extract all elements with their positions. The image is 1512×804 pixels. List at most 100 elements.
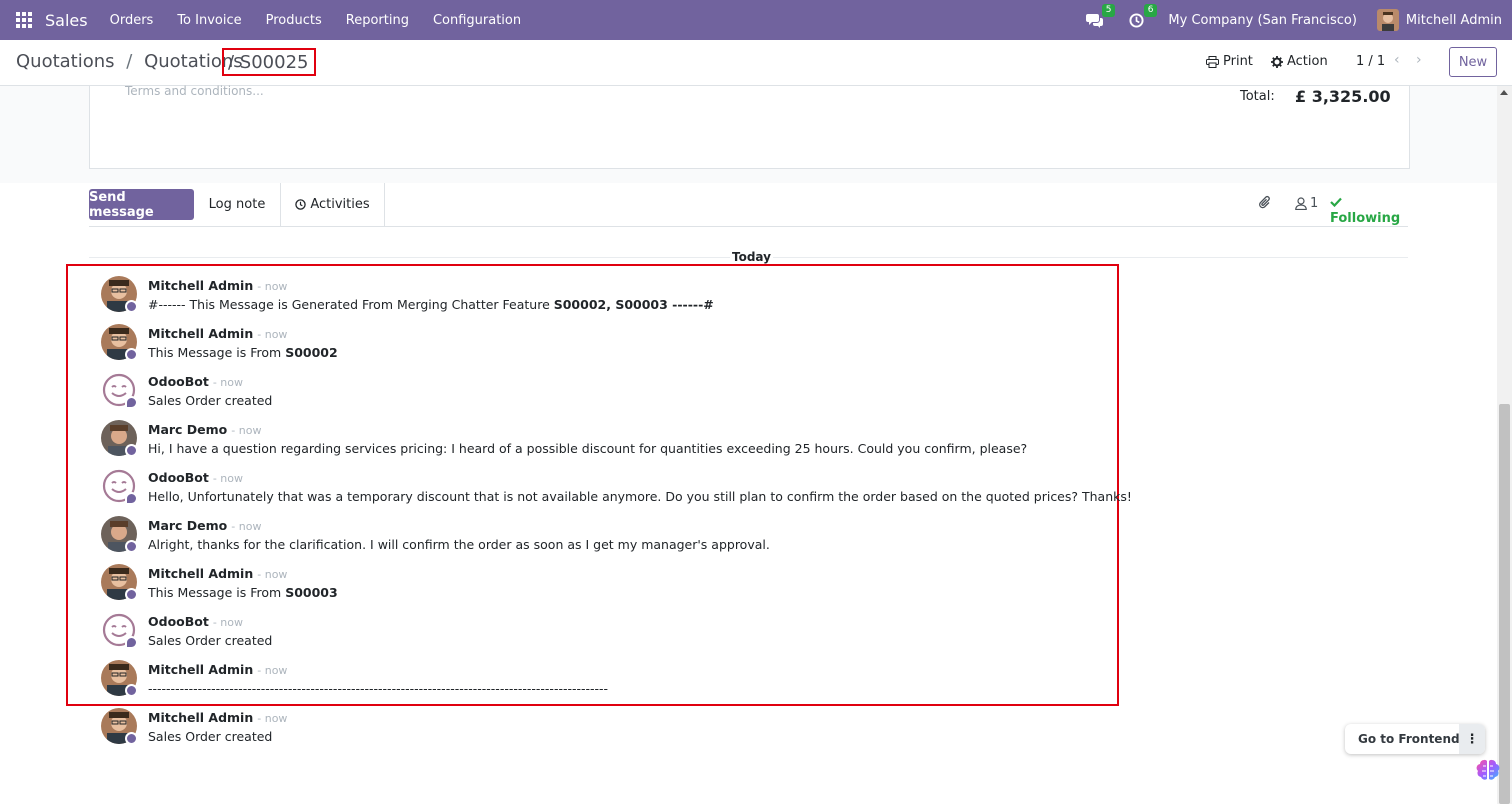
menu-to-invoice[interactable]: To Invoice <box>177 13 241 28</box>
message-date: - now <box>257 328 288 341</box>
menu-configuration[interactable]: Configuration <box>433 13 521 28</box>
message-author[interactable]: Mitchell Admin - now <box>148 278 287 293</box>
message-body: Hi, I have a question regarding services… <box>148 441 1027 456</box>
activities-button[interactable]: Activities <box>280 183 385 226</box>
chat-icon[interactable]: 5 <box>1084 4 1116 30</box>
action-button[interactable]: Action <box>1271 54 1328 69</box>
company-switcher[interactable]: My Company (San Francisco) <box>1168 13 1356 28</box>
breadcrumb: Quotations / Quotations <box>16 51 243 72</box>
followers-button[interactable]: 1 <box>1295 196 1318 211</box>
printer-icon <box>1206 55 1219 68</box>
chevron-right-icon[interactable]: › <box>1416 52 1422 68</box>
chatter-topbar: Send message Log note Activities 1 Follo… <box>89 183 1408 227</box>
author-avatar[interactable] <box>101 420 138 457</box>
control-panel: Quotations / Quotations / S00025 Print A… <box>0 40 1512 86</box>
gear-icon <box>1271 55 1283 68</box>
paperclip-icon[interactable] <box>1258 195 1272 215</box>
clock-icon <box>295 199 307 210</box>
messages-badge: 5 <box>1101 4 1116 17</box>
message-date: - now <box>212 472 244 485</box>
clock-icon[interactable]: 6 <box>1126 4 1158 30</box>
following-button[interactable]: Following <box>1330 196 1408 226</box>
breadcrumb-quotations-1[interactable]: Quotations <box>16 51 115 72</box>
page-scrollbar[interactable] <box>1497 86 1512 804</box>
brain-assistant-icon[interactable] <box>1475 757 1501 783</box>
top-navbar: Sales Orders To Invoice Products Reporti… <box>0 0 1512 40</box>
form-sheet: Terms and conditions... Total: £ 3,325.0… <box>89 84 1410 169</box>
message-author[interactable]: Marc Demo - now <box>148 422 261 437</box>
followers-count: 1 <box>1310 196 1319 211</box>
message-item: Marc Demo - now Alright, thanks for the cl… <box>101 516 1101 564</box>
message-text-bold: S00002 <box>285 345 338 360</box>
message-author[interactable]: Mitchell Admin - now <box>148 662 287 677</box>
menu-products[interactable]: Products <box>266 13 322 28</box>
message-item: Mitchell Admin - now This Message is From … <box>101 324 1101 372</box>
odoobot-avatar[interactable] <box>101 612 138 649</box>
activities-badge: 6 <box>1143 4 1158 17</box>
message-item: Mitchell Admin - now ---------------------… <box>101 660 1101 708</box>
author-avatar[interactable] <box>101 564 138 601</box>
message-body: #------ This Message is Generated From M… <box>148 297 714 312</box>
message-author[interactable]: Marc Demo - now <box>148 518 261 533</box>
message-item: Mitchell Admin - now This Message is From … <box>101 564 1101 612</box>
go-to-frontend-button[interactable]: Go to Frontend <box>1358 732 1460 746</box>
message-date: - now <box>212 376 244 389</box>
author-name: Mitchell Admin <box>148 326 254 341</box>
action-label: Action <box>1287 54 1328 69</box>
author-name: OdooBot <box>148 470 209 485</box>
message-author[interactable]: OdooBot - now <box>148 374 243 389</box>
terms-conditions-field[interactable]: Terms and conditions... <box>125 84 264 98</box>
author-name: Mitchell Admin <box>148 566 254 581</box>
message-body: ----------------------------------------… <box>148 681 608 696</box>
message-author[interactable]: OdooBot - now <box>148 614 243 629</box>
message-author[interactable]: Mitchell Admin - now <box>148 710 287 725</box>
apps-grid-icon[interactable] <box>16 12 32 28</box>
log-note-button[interactable]: Log note <box>194 183 280 226</box>
author-avatar[interactable] <box>101 708 138 745</box>
scroll-thumb[interactable] <box>1499 404 1510 804</box>
message-body: Sales Order created <box>148 729 272 744</box>
breadcrumb-current-highlight: / S00025 <box>222 48 316 76</box>
message-body: Sales Order created <box>148 633 272 648</box>
message-date: - now <box>231 424 262 437</box>
total-value: £ 3,325.00 <box>1295 87 1391 106</box>
message-item: Marc Demo - now Hi, I have a question rega… <box>101 420 1101 468</box>
author-avatar[interactable] <box>101 660 138 697</box>
user-name[interactable]: Mitchell Admin <box>1406 13 1502 28</box>
author-name: Marc Demo <box>148 518 228 533</box>
odoobot-avatar[interactable] <box>101 468 138 505</box>
author-avatar[interactable] <box>101 276 138 313</box>
more-options-icon[interactable]: ⋮ <box>1459 724 1485 754</box>
menu-reporting[interactable]: Reporting <box>346 13 409 28</box>
message-body: Sales Order created <box>148 393 272 408</box>
message-text: Alright, thanks for the clarification. I… <box>148 537 770 552</box>
message-author[interactable]: OdooBot - now <box>148 470 243 485</box>
message-date: - now <box>257 664 288 677</box>
user-icon <box>1295 197 1307 210</box>
new-button[interactable]: New <box>1449 47 1497 77</box>
online-status-icon <box>125 348 138 361</box>
author-name: Mitchell Admin <box>148 662 254 677</box>
online-status-icon <box>125 540 138 553</box>
pager-value[interactable]: 1 / 1 <box>1356 54 1385 69</box>
message-text: Hello, Unfortunately that was a temporar… <box>148 489 1132 504</box>
print-button[interactable]: Print <box>1206 54 1253 69</box>
author-avatar[interactable] <box>101 324 138 361</box>
author-name: Marc Demo <box>148 422 228 437</box>
online-status-icon <box>125 588 138 601</box>
odoobot-avatar[interactable] <box>101 372 138 409</box>
user-avatar[interactable] <box>1376 9 1399 31</box>
message-text-bold: S00002, S00003 ------# <box>553 297 714 312</box>
heart-icon <box>125 636 138 649</box>
message-author[interactable]: Mitchell Admin - now <box>148 326 287 341</box>
message-item: Mitchell Admin - now #------ This Message … <box>101 276 1101 324</box>
check-icon <box>1330 197 1342 208</box>
send-message-button[interactable]: Send message <box>89 189 194 220</box>
app-name[interactable]: Sales <box>45 11 88 30</box>
message-author[interactable]: Mitchell Admin - now <box>148 566 287 581</box>
chevron-left-icon[interactable]: ‹ <box>1394 52 1400 68</box>
menu-orders[interactable]: Orders <box>110 13 154 28</box>
author-avatar[interactable] <box>101 516 138 553</box>
scroll-up-arrow-icon[interactable] <box>1500 90 1508 95</box>
message-text: Sales Order created <box>148 393 273 408</box>
